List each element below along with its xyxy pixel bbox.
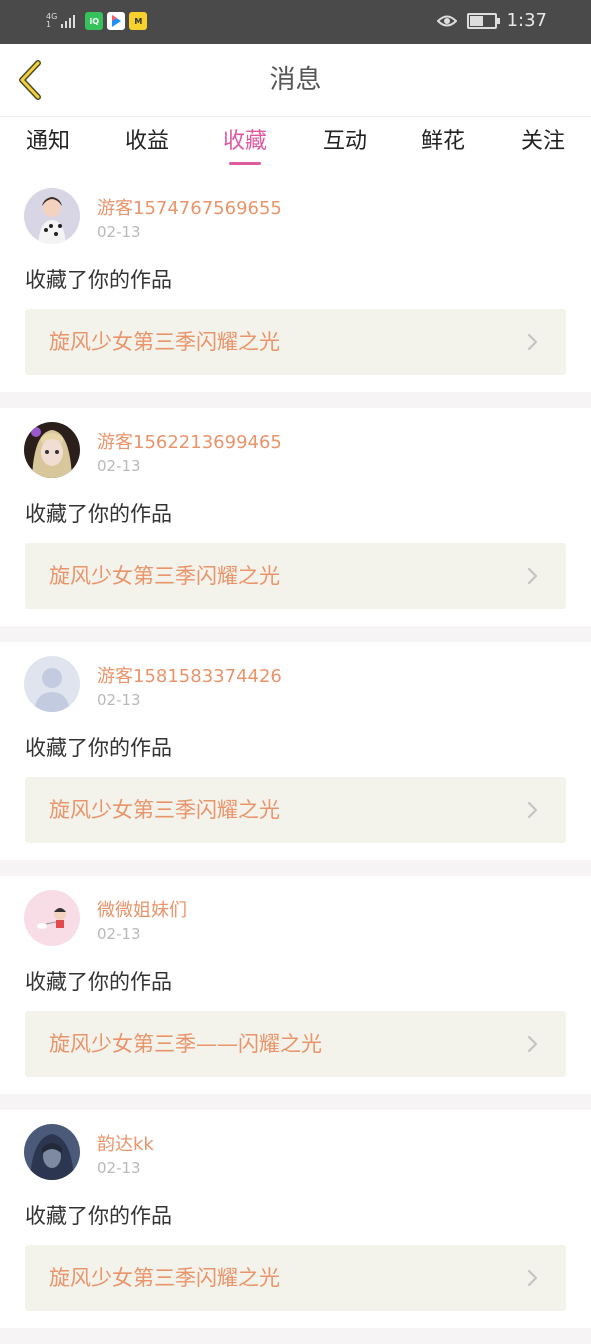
timestamp: 02-13 [97, 223, 141, 241]
username[interactable]: 韵达kk [97, 1130, 154, 1156]
tab-label: 通知 [25, 129, 70, 154]
list-item: 微微姐妹们 02-13 收藏了你的作品旋风少女第三季——闪耀之光 [0, 876, 591, 1094]
avatar[interactable] [24, 188, 80, 244]
avatar[interactable] [24, 890, 80, 946]
active-tab-indicator [229, 162, 261, 165]
chevron-left-icon [19, 60, 41, 100]
tab-label: 收益 [124, 129, 169, 154]
video-app-icon [107, 12, 126, 30]
chevron-right-icon [527, 333, 538, 351]
action-text: 收藏了你的作品 [25, 268, 172, 292]
timestamp: 02-13 [97, 1159, 141, 1177]
list-item: 游客1574767569655 02-13 收藏了你的作品旋风少女第三季闪耀之光 [0, 174, 591, 392]
username[interactable]: 微微姐妹们 [97, 896, 187, 922]
list-item: 韵达kk 02-13 收藏了你的作品旋风少女第三季闪耀之光 [0, 1110, 591, 1328]
sim-label: 1 [46, 20, 52, 29]
username[interactable]: 游客1581583374426 [97, 662, 282, 688]
tab-5[interactable]: 关注 [498, 117, 588, 174]
work-title: 旋风少女第三季闪耀之光 [49, 564, 280, 588]
battery-icon [466, 12, 500, 29]
work-title: 旋风少女第三季闪耀之光 [49, 330, 280, 354]
timestamp: 02-13 [97, 457, 141, 475]
work-link[interactable]: 旋风少女第三季闪耀之光 [25, 543, 566, 609]
work-title: 旋风少女第三季闪耀之光 [49, 1266, 280, 1290]
list-item: 游客1562213699465 02-13 收藏了你的作品旋风少女第三季闪耀之光 [0, 408, 591, 626]
clock: 1:37 [506, 10, 547, 31]
iqiyi-app-icon: iQ [85, 12, 104, 30]
action-text: 收藏了你的作品 [25, 736, 172, 760]
signal-icon [61, 14, 76, 28]
username[interactable]: 游客1574767569655 [97, 194, 282, 220]
tab-2[interactable]: 收藏 [200, 117, 290, 174]
status-right: 1:37 [436, 10, 547, 31]
tab-0[interactable]: 通知 [3, 117, 93, 174]
comic-app-icon: M [129, 12, 148, 30]
work-link[interactable]: 旋风少女第三季闪耀之光 [25, 309, 566, 375]
message-list: 游客1574767569655 02-13 收藏了你的作品 旋风少女第三季闪耀之光 游客… [0, 174, 591, 1344]
avatar[interactable] [24, 1124, 80, 1180]
tab-4[interactable]: 鲜花 [398, 117, 488, 174]
back-button[interactable] [8, 54, 52, 106]
work-link[interactable]: 旋风少女第三季——闪耀之光 [25, 1011, 566, 1077]
action-text: 收藏了你的作品 [25, 970, 172, 994]
page-title: 消息 [269, 65, 322, 95]
avatar[interactable] [24, 422, 80, 478]
tab-label: 收藏 [222, 129, 267, 154]
status-bar: 4G 1 iQ M 1:37 [0, 0, 591, 44]
chevron-right-icon [527, 567, 538, 585]
action-text: 收藏了你的作品 [25, 502, 172, 526]
eye-comfort-icon [436, 15, 457, 26]
tab-bar: 通知 收益 收藏 互动 鲜花 关注 [0, 117, 591, 174]
work-link[interactable]: 旋风少女第三季闪耀之光 [25, 1245, 566, 1311]
work-link[interactable]: 旋风少女第三季闪耀之光 [25, 777, 566, 843]
status-left: 4G 1 iQ M [46, 12, 148, 30]
tab-label: 鲜花 [420, 129, 465, 154]
chevron-right-icon [527, 1269, 538, 1287]
chevron-right-icon [527, 801, 538, 819]
tab-3[interactable]: 互动 [300, 117, 390, 174]
work-title: 旋风少女第三季闪耀之光 [49, 798, 280, 822]
chevron-right-icon [527, 1035, 538, 1053]
tab-1[interactable]: 收益 [102, 117, 192, 174]
timestamp: 02-13 [97, 691, 141, 709]
avatar[interactable] [24, 656, 80, 712]
tab-label: 互动 [322, 129, 367, 154]
list-item: 游客1581583374426 02-13 收藏了你的作品旋风少女第三季闪耀之光 [0, 642, 591, 860]
timestamp: 02-13 [97, 925, 141, 943]
action-text: 收藏了你的作品 [25, 1204, 172, 1228]
username[interactable]: 游客1562213699465 [97, 428, 282, 454]
title-bar: 消息 [0, 44, 591, 117]
work-title: 旋风少女第三季——闪耀之光 [49, 1032, 322, 1056]
tab-label: 关注 [520, 129, 565, 154]
network-type: 4G 1 [46, 13, 57, 29]
